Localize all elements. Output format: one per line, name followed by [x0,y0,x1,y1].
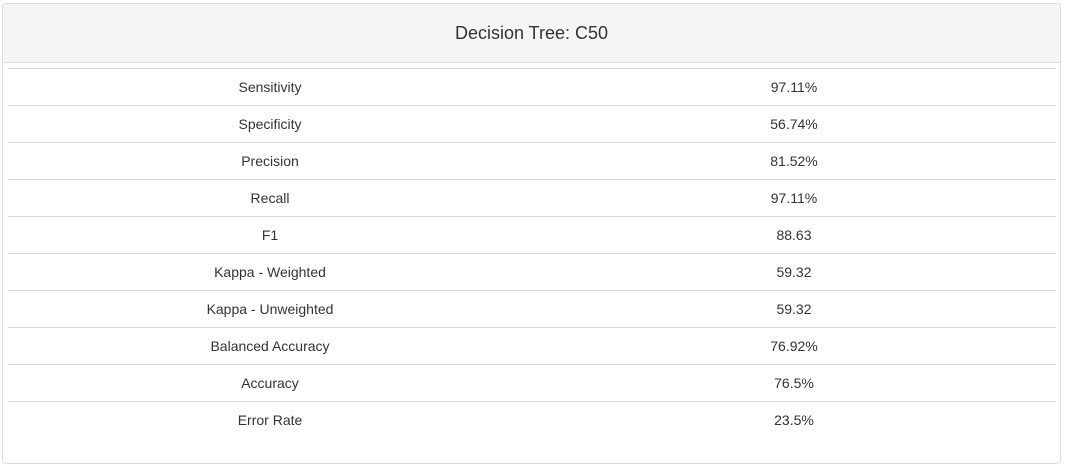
metric-value: 88.63 [776,227,812,243]
metrics-table: Sensitivity 97.11% Specificity 56.74% Pr… [8,68,1056,439]
metric-value: 23.5% [774,412,814,429]
metric-name: Sensitivity [238,79,302,95]
metric-value: 76.5% [774,375,814,391]
table-row: Balanced Accuracy 76.92% [8,327,1056,365]
table-row: F1 88.63 [8,216,1056,254]
metric-name: Error Rate [237,412,303,429]
table-row: Error Rate 23.5% [8,401,1056,439]
metric-name: F1 [261,227,279,243]
metric-value: 81.52% [770,153,818,169]
table-row: Accuracy 76.5% [8,364,1056,402]
metric-name: Kappa - Weighted [214,264,326,280]
table-row: Sensitivity 97.11% [8,68,1056,106]
metric-name: Precision [241,153,299,169]
metric-value: 76.92% [770,338,818,354]
metric-value: 59.32 [776,264,812,280]
metric-name: Specificity [238,116,302,132]
metric-name: Kappa - Unweighted [206,301,334,317]
metric-value: 59.32 [776,301,812,317]
panel-heading: Decision Tree: C50 [3,4,1060,63]
panel-title: Decision Tree: C50 [454,22,609,43]
metric-value: 56.74% [770,116,818,132]
metric-name: Accuracy [241,375,299,391]
table-row: Precision 81.52% [8,142,1056,180]
table-row: Kappa - Unweighted 59.32 [8,290,1056,328]
table-row: Kappa - Weighted 59.32 [8,253,1056,291]
table-row: Specificity 56.74% [8,105,1056,143]
metric-value: 97.11% [770,190,818,206]
metrics-panel: Decision Tree: C50 Sensitivity 97.11% Sp… [2,3,1061,464]
metric-name: Recall [250,190,290,206]
metric-value: 97.11% [770,79,818,95]
table-row: Recall 97.11% [8,179,1056,217]
panel-body: Sensitivity 97.11% Specificity 56.74% Pr… [3,63,1060,439]
metric-name: Balanced Accuracy [210,338,330,354]
